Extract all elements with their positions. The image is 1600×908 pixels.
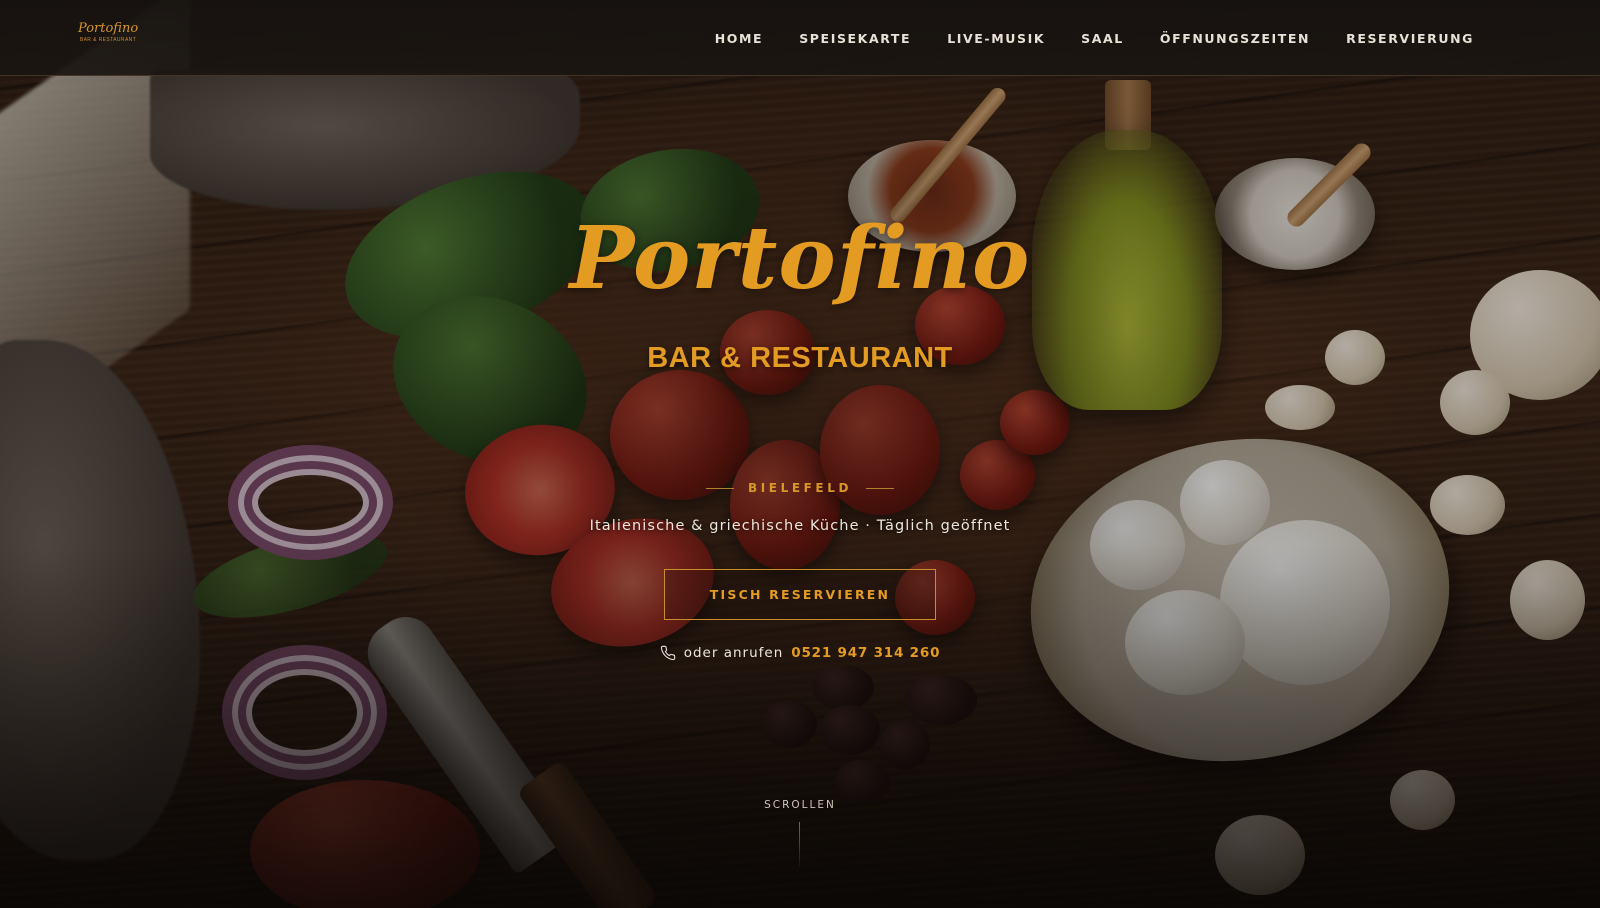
hero-subtitle: BAR & RESTAURANT [647,342,953,374]
phone-icon [660,645,675,661]
scroll-indicator[interactable]: SCROLLEN [0,799,1600,811]
location-text: BIELEFELD [747,481,853,495]
divider-line-left [705,487,734,489]
tagline: Italienische & griechische Küche · Tägli… [589,518,1011,534]
divider-line-right [866,487,895,489]
reserve-table-button[interactable]: TISCH RESERVIEREN [664,569,936,620]
phone-prefix: oder anrufen [683,645,784,661]
hero-title: Portofino [569,208,1031,309]
phone-row: oder anrufen 0521 947 314 260 [0,645,1600,661]
location-label: BIELEFELD [0,481,1600,495]
hero-section: Portofino BAR & RESTAURANT BIELEFELD Ita… [0,0,1600,908]
page: Portofino BAR & RESTAURANT HOME SPEISEKA… [0,0,1600,908]
scroll-line [799,822,800,866]
phone-number-link[interactable]: 0521 947 314 260 [791,645,940,661]
